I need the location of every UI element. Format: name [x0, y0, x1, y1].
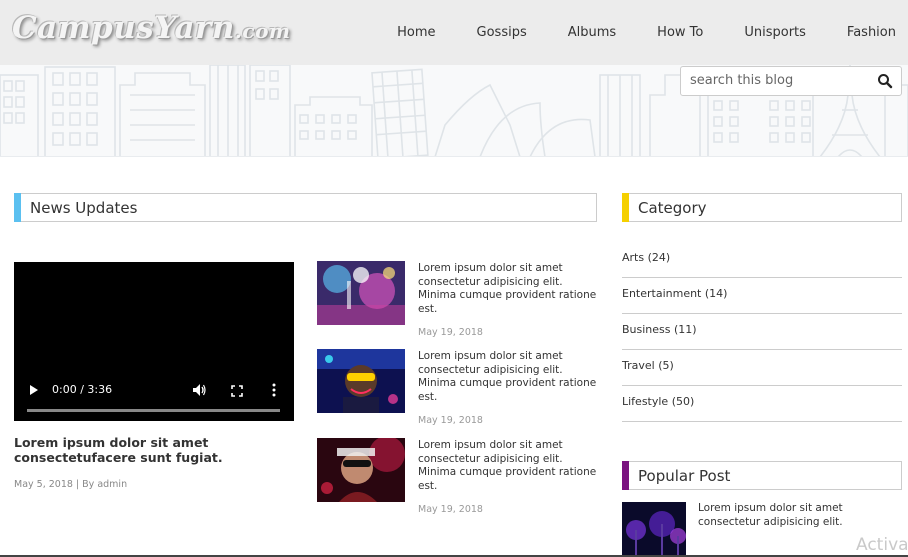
nav-home[interactable]: Home: [397, 25, 435, 40]
fullscreen-icon[interactable]: [231, 384, 243, 402]
category-link-entertainment[interactable]: Entertainment (14): [622, 287, 727, 300]
logo-suffix: .com: [234, 19, 291, 43]
category-accent: [622, 193, 629, 222]
news-item-date-2: May 19, 2018: [418, 415, 483, 426]
category-item-lifestyle: Lifestyle (50): [622, 386, 902, 422]
search-box: [680, 66, 902, 96]
category-item-entertainment: Entertainment (14): [622, 278, 902, 314]
category-item-arts: Arts (24): [622, 242, 902, 278]
video-controls: 0:00 / 3:36: [14, 371, 294, 421]
nav-gossips[interactable]: Gossips: [477, 25, 527, 40]
category-title: Category: [638, 199, 707, 217]
nav-unisports[interactable]: Unisports: [744, 25, 806, 40]
volume-icon[interactable]: [192, 383, 206, 402]
search-icon[interactable]: [877, 73, 893, 89]
category-heading: Category: [622, 193, 902, 222]
news-item-text-1[interactable]: Lorem ipsum dolor sit amet consectetur a…: [418, 262, 598, 316]
popular-post-title: Popular Post: [638, 467, 731, 485]
news-item-text-2[interactable]: Lorem ipsum dolor sit amet consectetur a…: [418, 350, 598, 404]
popular-post-text[interactable]: Lorem ipsum dolor sit amet consectetur a…: [698, 502, 903, 529]
popular-post-accent: [622, 461, 629, 490]
news-item-date-3: May 19, 2018: [418, 504, 483, 515]
news-updates-heading: News Updates: [14, 193, 597, 222]
activation-watermark: Activa: [856, 535, 908, 555]
logo-text: CampusYarn: [12, 10, 235, 46]
news-thumbnail-2[interactable]: [317, 349, 405, 413]
site-logo[interactable]: CampusYarn.com: [12, 10, 291, 46]
video-time: 0:00 / 3:36: [52, 383, 113, 396]
category-link-arts[interactable]: Arts (24): [622, 251, 670, 264]
category-item-travel: Travel (5): [622, 350, 902, 386]
main-nav: Home Gossips Albums How To Unisports Fas…: [397, 0, 908, 65]
video-progress-bar[interactable]: [27, 409, 280, 412]
news-updates-title: News Updates: [30, 199, 138, 217]
search-input[interactable]: [690, 73, 860, 88]
main-post-meta: May 5, 2018 | By admin: [14, 479, 128, 490]
category-link-business[interactable]: Business (11): [622, 323, 697, 336]
more-options-icon[interactable]: [272, 383, 276, 402]
play-icon[interactable]: [30, 385, 38, 395]
news-thumbnail-3[interactable]: [317, 438, 405, 502]
category-item-business: Business (11): [622, 314, 902, 350]
popular-post-thumbnail[interactable]: [622, 502, 686, 557]
news-item-date-1: May 19, 2018: [418, 327, 483, 338]
news-item-text-3[interactable]: Lorem ipsum dolor sit amet consectetur a…: [418, 439, 598, 493]
category-link-travel[interactable]: Travel (5): [622, 359, 674, 372]
nav-how-to[interactable]: How To: [657, 25, 703, 40]
category-link-lifestyle[interactable]: Lifestyle (50): [622, 395, 694, 408]
nav-fashion[interactable]: Fashion: [847, 25, 896, 40]
popular-post-heading: Popular Post: [622, 461, 902, 490]
site-header: CampusYarn.com Home Gossips Albums How T…: [0, 0, 908, 65]
video-player[interactable]: 0:00 / 3:36: [14, 262, 294, 421]
news-updates-accent: [14, 193, 21, 222]
main-post-title[interactable]: Lorem ipsum dolor sit amet consectetufac…: [14, 435, 294, 465]
news-thumbnail-1[interactable]: [317, 261, 405, 325]
nav-albums[interactable]: Albums: [568, 25, 616, 40]
